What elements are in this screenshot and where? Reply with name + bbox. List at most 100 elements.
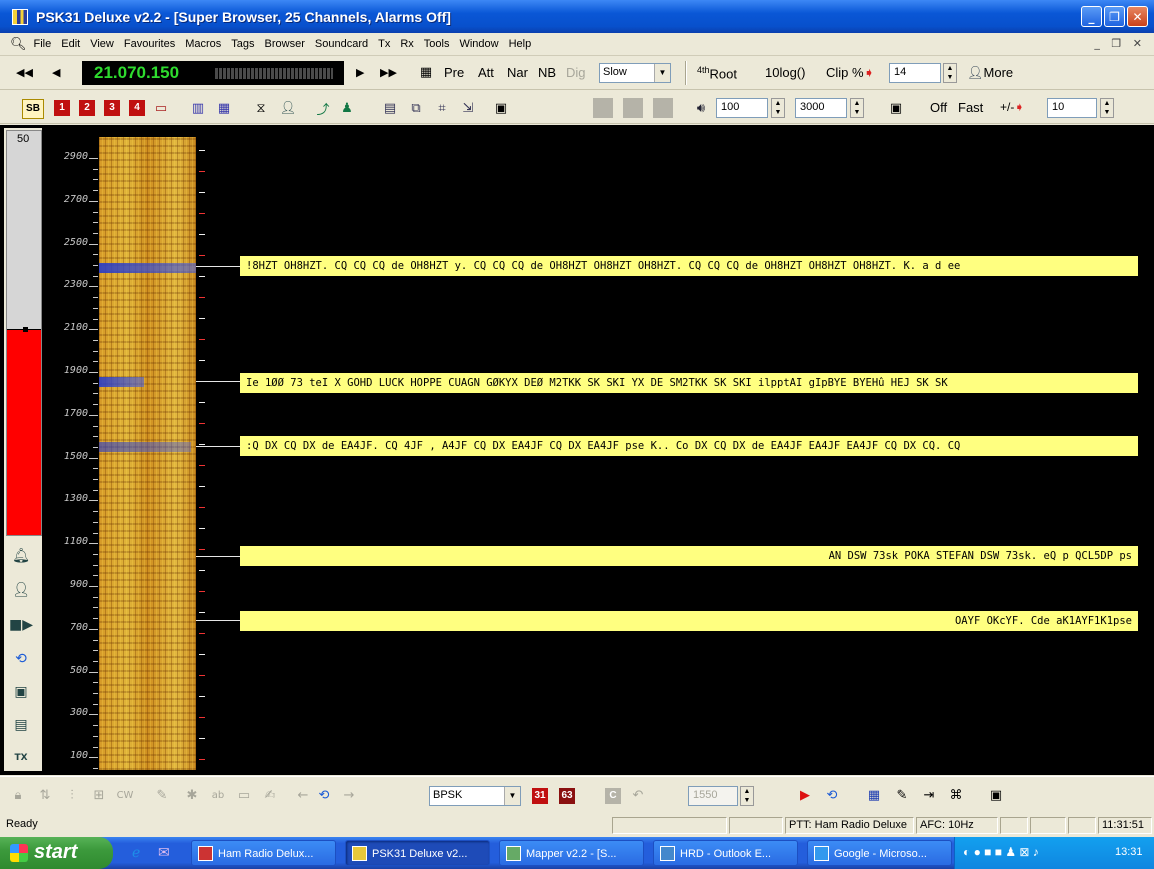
memory-4-button[interactable]: 4: [129, 100, 145, 116]
window-titlebar[interactable]: PSK31 Deluxe v2.2 - [Super Browser, 25 C…: [0, 0, 1154, 33]
task-ham-radio-deluxe[interactable]: Ham Radio Delux...: [191, 840, 336, 866]
user-icon[interactable]: 👤︎: [6, 577, 36, 603]
refresh-icon[interactable]: ⟲: [822, 785, 842, 805]
refresh-icon[interactable]: ⟲: [314, 785, 334, 805]
abc-icon[interactable]: ab: [208, 785, 228, 805]
more-button[interactable]: 👤︎More: [967, 65, 1013, 81]
fourth-root-button[interactable]: 4thRoot: [697, 65, 737, 81]
level-meter[interactable]: 50: [6, 130, 42, 536]
task-outlook[interactable]: HRD - Outlook E...: [653, 840, 798, 866]
nb-button[interactable]: NB: [538, 65, 556, 80]
high-frequency-spinner[interactable]: ▲ ▼: [850, 98, 864, 118]
chevron-down-icon[interactable]: ▼: [654, 64, 670, 82]
play-icon[interactable]: ▶: [795, 785, 815, 805]
properties-icon[interactable]: ▣: [491, 98, 511, 118]
step-back-icon[interactable]: ◀: [52, 66, 60, 79]
columns-icon[interactable]: ▥: [188, 98, 208, 118]
fast-rewind-icon[interactable]: ◀◀: [16, 66, 33, 79]
properties-icon[interactable]: ▣: [6, 679, 36, 705]
tile-icon[interactable]: ⧉: [406, 98, 426, 118]
settings-icon[interactable]: ▣: [886, 98, 906, 118]
menu-help[interactable]: Help: [504, 38, 537, 50]
step-forward-icon[interactable]: ▶: [356, 66, 364, 79]
speed-select[interactable]: Slow ▼: [599, 63, 671, 83]
memory-1-button[interactable]: 1: [54, 100, 70, 116]
c-button[interactable]: C: [605, 788, 621, 804]
menu-rx[interactable]: Rx: [395, 38, 418, 50]
export-icon[interactable]: ⇲: [458, 98, 478, 118]
tx-frequency-field[interactable]: 1550: [688, 786, 738, 806]
menu-edit[interactable]: Edit: [56, 38, 85, 50]
tune-icon[interactable]: ⤴: [313, 98, 333, 118]
properties-icon[interactable]: ▣: [986, 785, 1006, 805]
app-icon[interactable]: [12, 8, 28, 25]
fast-button[interactable]: Fast: [958, 100, 983, 115]
minimize-button[interactable]: _: [1081, 6, 1102, 27]
fast-forward-icon[interactable]: ▶▶: [380, 66, 397, 79]
high-frequency-field[interactable]: 3000: [795, 98, 847, 118]
menu-window[interactable]: Window: [454, 38, 503, 50]
speaker-icon[interactable]: 🔊︎: [691, 98, 711, 118]
dig-button[interactable]: Dig: [566, 65, 586, 80]
channel-row[interactable]: AN DSW 73sk POKA STEFAN DSW 73sk. eQ p Q…: [240, 546, 1138, 566]
tx-frequency-spinner[interactable]: ▲ ▼: [740, 786, 754, 806]
level-meter-marker[interactable]: [23, 327, 28, 332]
grid-settings-icon[interactable]: ⌘: [946, 785, 966, 805]
sb-button[interactable]: SB: [22, 99, 44, 119]
tray-icons[interactable]: ◐ ● ■ ■ ♟ ⊠ ♪: [963, 845, 1039, 859]
filter-icon[interactable]: ⧖: [251, 98, 271, 118]
mode-select[interactable]: BPSK ▼: [429, 786, 521, 806]
low-frequency-field[interactable]: 100: [716, 98, 768, 118]
arrow-right-icon[interactable]: →: [339, 785, 359, 805]
channel-row[interactable]: !8HZT OH8HZT. CQ CQ CQ de OH8HZT y. CQ C…: [240, 256, 1138, 276]
menu-tags[interactable]: Tags: [226, 38, 259, 50]
undo-icon[interactable]: ↶: [628, 785, 648, 805]
plus-minus-spinner[interactable]: ▲ ▼: [1100, 98, 1114, 118]
channel-row[interactable]: :Q DX CQ DX de EA4JF. CQ 4JF , A4JF CQ D…: [240, 436, 1138, 456]
refresh-icon[interactable]: ⟲: [6, 646, 36, 672]
menu-soundcard[interactable]: Soundcard: [310, 38, 373, 50]
menu-tx[interactable]: Tx: [373, 38, 395, 50]
play-icon[interactable]: ■▶: [6, 612, 36, 638]
edit-field-icon[interactable]: ✎: [892, 785, 912, 805]
tune-user-icon[interactable]: ♟: [337, 98, 357, 118]
rx-pen-icon[interactable]: ✎: [152, 785, 172, 805]
window-icon[interactable]: ▤: [6, 712, 36, 738]
maximize-button[interactable]: ❐: [1104, 6, 1125, 27]
table-icon[interactable]: ▦: [864, 785, 884, 805]
task-google[interactable]: Google - Microso...: [807, 840, 952, 866]
chevron-down-icon[interactable]: ▼: [504, 787, 520, 805]
bell-icon[interactable]: 🔔︎: [6, 543, 36, 569]
mdi-window-controls[interactable]: _ ❐ ✕: [1094, 37, 1146, 50]
psk31-button[interactable]: 31: [532, 788, 548, 804]
start-button[interactable]: start: [0, 837, 113, 869]
outlook-icon[interactable]: ✉: [158, 844, 170, 861]
plus-minus-field[interactable]: 10: [1047, 98, 1097, 118]
fit-icon[interactable]: ⌗: [432, 98, 452, 118]
menu-favourites[interactable]: Favourites: [119, 38, 180, 50]
off-button[interactable]: Off: [930, 100, 947, 115]
spectrum-settings-icon[interactable]: ▦: [416, 62, 436, 82]
channel-row[interactable]: OAYF OKcYF. Cde aK1AYF1K1pse: [240, 611, 1138, 631]
close-button[interactable]: ✕: [1127, 6, 1148, 27]
att-button[interactable]: Att: [478, 65, 494, 80]
pre-button[interactable]: Pre: [444, 65, 464, 80]
ie-icon[interactable]: ℯ: [132, 844, 140, 861]
user-filter-icon[interactable]: 👤︎: [278, 98, 298, 118]
task-mapper[interactable]: Mapper v2.2 - [S...: [499, 840, 644, 866]
lock-icon[interactable]: 🔒︎: [8, 785, 28, 805]
waterfall-display[interactable]: [99, 137, 196, 770]
low-frequency-spinner[interactable]: ▲ ▼: [771, 98, 785, 118]
add-field-icon[interactable]: ⇥: [919, 785, 939, 805]
channel-row[interactable]: Ie 1ØØ 73 teI X GOHD LUCK HOPPE CUAGN GØ…: [240, 373, 1138, 393]
menu-macros[interactable]: Macros: [180, 38, 226, 50]
save-icon[interactable]: ▭: [234, 785, 254, 805]
memory-clear-icon[interactable]: ▭: [151, 98, 171, 118]
chart-icon[interactable]: ⊞: [89, 785, 109, 805]
magnifier-icon[interactable]: 🔍︎: [10, 36, 27, 52]
waterfall-icon[interactable]: ⫶: [62, 785, 82, 805]
clip-value-field[interactable]: 14: [889, 63, 941, 83]
sort-icon[interactable]: ⇅: [35, 785, 55, 805]
edit-icon[interactable]: ✍: [260, 785, 280, 805]
menu-view[interactable]: View: [85, 38, 119, 50]
